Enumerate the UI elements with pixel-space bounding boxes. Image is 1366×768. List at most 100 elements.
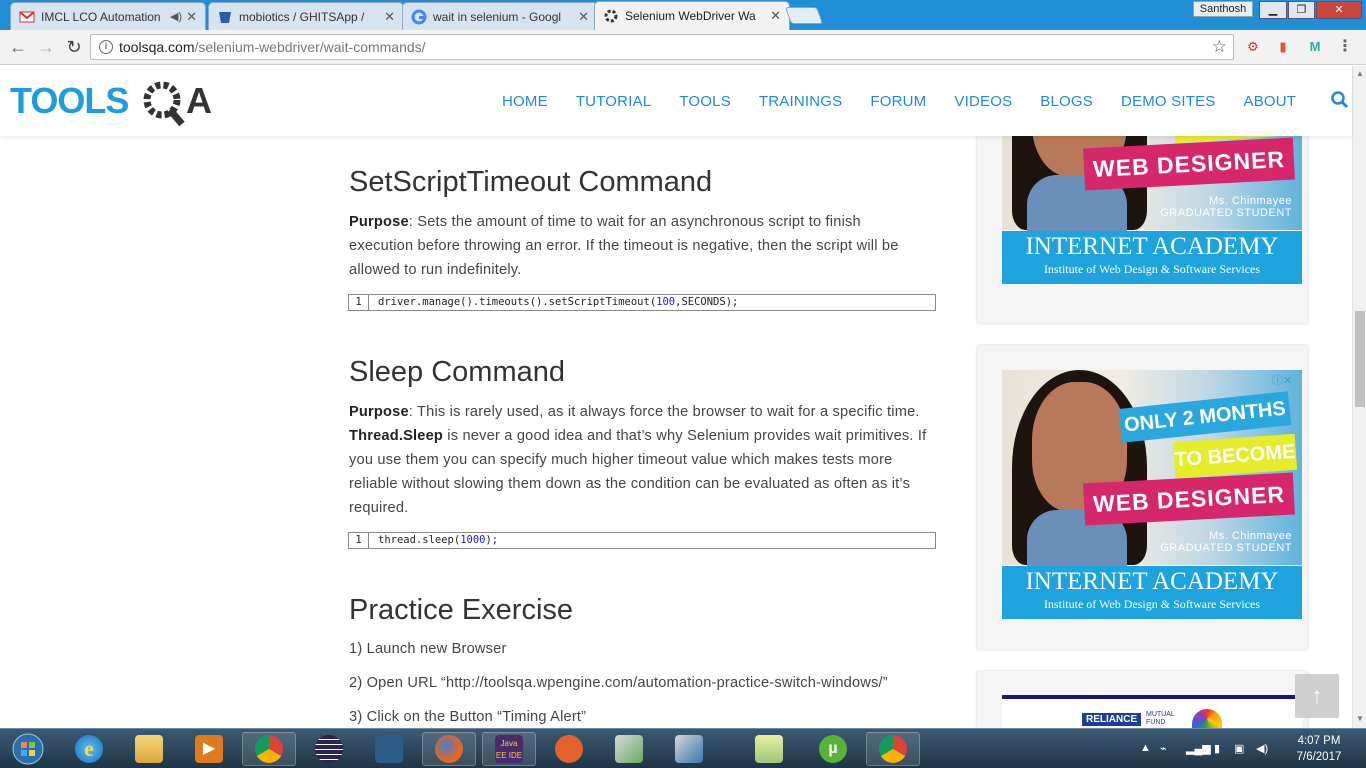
taskbar-mysql[interactable] [362,732,416,766]
taskbar-chrome[interactable] [242,732,296,766]
taskbar-javaee[interactable]: Java EE IDE [482,732,536,766]
address-bar[interactable]: i toolsqa.com/selenium-webdriver/wait-co… [90,34,1234,60]
battery-icon[interactable]: ▮ [1214,742,1220,755]
tab-bitbucket[interactable]: mobiotics / GHITSApp / ✕ [208,2,404,30]
back-button[interactable]: ← [6,36,30,58]
javaee-ide-icon: Java EE IDE [495,735,523,763]
taskbar-firefox[interactable] [422,732,476,766]
ad-internet-academy[interactable]: TO BECOME WEB DESIGNER Ms. ChinmayeeGRAD… [1002,136,1302,305]
close-tab-icon[interactable]: ✕ [770,8,781,24]
browser-toolbar: ← → ↻ i toolsqa.com/selenium-webdriver/w… [0,30,1366,65]
taskbar-folder[interactable] [742,732,796,766]
search-icon[interactable] [1330,90,1350,110]
bookmark-star-icon[interactable]: ☆ [1212,35,1227,59]
nav-trainings[interactable]: TRAININGS [759,93,842,110]
signal-icon[interactable]: ▂▄▆ [1186,742,1211,755]
tray-dropbox-icon[interactable]: ⌁ [1160,742,1167,755]
taskbar-internet-explorer[interactable]: e [62,732,116,766]
nav-tutorial[interactable]: TUTORIAL [576,93,652,110]
ad-container: TO BECOME WEB DESIGNER Ms. ChinmayeeGRAD… [976,136,1309,324]
volume-icon[interactable]: ◀) [1256,742,1268,755]
toolsqa-logo[interactable]: TOOLS A [10,76,240,128]
code-number: 100 [656,296,676,308]
nav-videos[interactable]: VIDEOS [954,93,1012,110]
chrome-icon [255,735,283,763]
new-tab-button[interactable] [784,7,824,24]
close-tab-icon[interactable]: ✕ [384,9,395,25]
file-explorer-icon [135,735,163,763]
purpose-text: : Sets the amount of time to wait for an… [349,214,899,278]
tab-google[interactable]: wait in selenium - Googl ✕ [402,2,598,30]
page-scrollbar[interactable]: ▲ ▼ [1352,66,1366,728]
ad-footer: INTERNET ACADEMY Institute of Web Design … [1002,231,1302,284]
nav-blogs[interactable]: BLOGS [1040,93,1093,110]
tray-expand-icon[interactable]: ▲ [1140,742,1151,754]
taskbar-eclipse[interactable] [302,732,356,766]
ad-reliance[interactable]: RELIANCE MUTUAL FUND [1002,695,1302,728]
code-block-sleep[interactable]: 1 thread.sleep(1000); [348,532,936,549]
nav-home[interactable]: HOME [502,93,548,110]
ad-caption: Ms. Chinmayee GRADUATED STUDENT [1160,530,1292,554]
firefox-icon [435,735,463,763]
tab-title: Selenium WebDriver Wa [625,9,756,23]
close-window-button[interactable]: ✕ [1316,1,1362,19]
office-icon[interactable]: ▮ [1274,38,1292,56]
nav-demo-sites[interactable]: DEMO SITES [1121,93,1216,110]
ad-internet-academy[interactable]: ONLY 2 MONTHS TO BECOME WEB DESIGNER Ms.… [1002,370,1302,620]
scroll-down-arrow[interactable]: ▼ [1356,714,1364,723]
svg-text:TOOLS: TOOLS [10,80,128,121]
clock-time: 4:07 PM [1297,735,1341,747]
tab-gmail[interactable]: IMCL LCO Automation ◀) ✕ [10,2,206,30]
sleep-purpose: Purpose: This is rarely used, as it alwa… [349,400,929,520]
scroll-up-arrow[interactable]: ▲ [1356,69,1364,78]
start-button[interactable] [0,732,56,766]
taskbar-remote[interactable] [662,732,716,766]
section-title-practice: Practice Exercise [349,594,574,626]
close-tab-icon[interactable]: ✕ [578,9,589,25]
nav-forum[interactable]: FORUM [870,93,926,110]
nav-tools[interactable]: TOOLS [679,93,731,110]
tab-selenium-active[interactable]: Selenium WebDriver Wa ✕ [594,1,790,30]
forward-button[interactable]: → [34,36,58,58]
minimize-button[interactable]: ▁ [1259,1,1287,19]
adchoices-icon[interactable]: ⓘ✕ [1272,372,1292,388]
taskbar-tools[interactable] [542,732,596,766]
practice-step: 2) Open URL “http://toolsqa.wpengine.com… [349,675,888,691]
folder-icon [755,735,783,763]
ad-container: RELIANCE MUTUAL FUND [976,670,1309,728]
close-tab-icon[interactable]: ✕ [186,9,197,25]
network-tray-icon[interactable]: ▣ [1234,742,1244,755]
taskbar-utorrent[interactable]: µ [806,732,860,766]
google-icon [411,9,427,25]
cnbc-logo [1192,709,1222,728]
ad-brand-sub: MUTUAL FUND [1146,711,1175,726]
section-title-setscripttimeout: SetScriptTimeout Command [349,166,713,198]
chrome-menu-icon[interactable]: ⋮ [1336,38,1354,56]
site-header: TOOLS A HOME TUTORIAL TOOLS TRAININGS FO… [0,66,1352,136]
extension-icon[interactable]: ⚙ [1244,38,1262,56]
reload-button[interactable]: ↻ [62,36,86,58]
media-player-icon: ▶ [195,735,223,763]
gmail-checker-icon[interactable]: M [1306,38,1324,56]
taskbar-chrome-2[interactable] [866,732,920,766]
tab-title: mobiotics / GHITSApp / [239,9,365,24]
profile-name[interactable]: Santhosh [1193,1,1253,17]
taskbar-file-explorer[interactable] [122,732,176,766]
scroll-to-top-button[interactable]: ↑ [1295,674,1339,718]
code-block-setscripttimeout[interactable]: 1 driver.manage().timeouts().setScriptTim… [348,294,936,311]
scrollbar-thumb[interactable] [1355,311,1365,407]
ad-brand: RELIANCE [1082,713,1142,726]
taskbar-network[interactable] [602,732,656,766]
system-clock[interactable]: 4:07 PM 7/6/2017 [1282,733,1356,765]
tab-title: IMCL LCO Automation [41,9,161,24]
nav-about[interactable]: ABOUT [1243,93,1296,110]
sleep-text-a: : This is rarely used, as it always forc… [408,404,920,420]
info-icon[interactable]: i [99,40,113,54]
maximize-button[interactable]: ❐ [1288,1,1315,19]
line-number: 1 [349,295,369,310]
remote-desktop-icon [675,735,703,763]
bitbucket-icon [217,9,233,25]
taskbar-media-player[interactable]: ▶ [182,732,236,766]
speaker-icon: ◀) [169,11,183,23]
ad-container: ONLY 2 MONTHS TO BECOME WEB DESIGNER Ms.… [976,344,1309,650]
